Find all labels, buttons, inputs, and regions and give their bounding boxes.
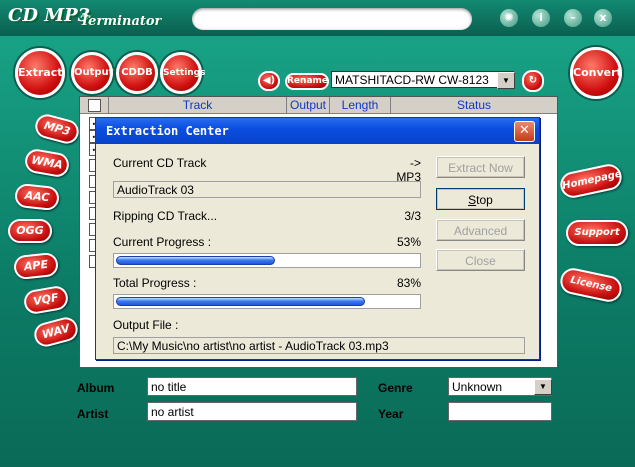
track-list-header: Track Output Length Status [80, 97, 557, 114]
format-wav-button[interactable]: WAV [31, 314, 81, 350]
skin-icon[interactable]: ✺ [500, 9, 518, 27]
dialog-title-bar[interactable]: Extraction Center ✕ [96, 118, 539, 144]
target-format: -> MP3 [396, 156, 421, 184]
advanced-button[interactable]: Advanced [436, 219, 525, 241]
format-mp3-button[interactable]: MP3 [32, 111, 82, 147]
total-progress-bar [113, 294, 421, 309]
title-bar: CD MP3 Terminator ✺ i – x [0, 0, 635, 36]
current-track-label: Current CD Track [113, 156, 207, 170]
support-button[interactable]: Support [566, 220, 628, 246]
dialog-body: Current CD Track -> MP3 AudioTrack 03 Ri… [103, 148, 529, 354]
current-progress-bar [113, 253, 421, 268]
total-progress-percent: 83% [396, 276, 421, 290]
year-label: Year [378, 407, 404, 421]
refresh-icon[interactable]: ↻ [522, 70, 544, 92]
format-ape-button[interactable]: APE [12, 251, 60, 281]
close-icon[interactable]: ✕ [514, 121, 535, 142]
extract-now-button[interactable]: Extract Now [436, 156, 525, 178]
select-all-checkbox[interactable] [88, 99, 101, 112]
close-button[interactable]: Close [436, 249, 525, 271]
chevron-down-icon[interactable]: ▼ [497, 72, 515, 89]
tab-settings[interactable]: Settings [160, 52, 205, 94]
track-name-field: AudioTrack 03 [113, 181, 421, 198]
format-aac-button[interactable]: AAC [13, 182, 61, 212]
format-wma-button[interactable]: WMA [23, 147, 71, 179]
tab-output[interactable]: Output [71, 52, 113, 94]
convert-button[interactable]: Convert [570, 47, 622, 99]
license-button[interactable]: License [557, 265, 625, 305]
genre-select-value: Unknown [452, 380, 503, 394]
volume-icon[interactable]: ◀) [258, 71, 280, 91]
chevron-down-icon[interactable]: ▼ [534, 379, 552, 395]
minimize-icon[interactable]: – [564, 9, 582, 27]
total-progress-label: Total Progress : [113, 276, 197, 290]
ripping-count: 3/3 [404, 209, 421, 223]
artist-label: Artist [77, 407, 109, 421]
year-field[interactable] [448, 402, 552, 421]
column-track[interactable]: Track [109, 97, 287, 113]
column-output[interactable]: Output [287, 97, 330, 113]
close-icon[interactable]: x [594, 9, 612, 27]
drive-select[interactable]: MATSHITACD-RW CW-8123 [331, 71, 514, 88]
format-ogg-button[interactable]: OGG [8, 219, 52, 243]
album-field[interactable]: no title [147, 377, 357, 396]
album-label: Album [77, 381, 115, 395]
rename-button[interactable]: Rename [285, 73, 329, 90]
drive-select-value: MATSHITACD-RW CW-8123 [335, 73, 489, 87]
current-progress-fill [116, 256, 275, 265]
genre-label: Genre [378, 381, 413, 395]
current-progress-label: Current Progress : [113, 235, 212, 249]
column-length[interactable]: Length [330, 97, 391, 113]
format-vqf-button[interactable]: VQF [22, 284, 70, 316]
homepage-button[interactable]: Homepage [557, 161, 625, 201]
dialog-title: Extraction Center [106, 124, 229, 138]
header-select-all[interactable] [80, 97, 109, 113]
column-status[interactable]: Status [391, 97, 557, 113]
output-file-label: Output File : [113, 318, 179, 332]
current-progress-percent: 53% [396, 235, 421, 249]
app-logo-main: CD MP3 [8, 5, 91, 26]
tab-cddb[interactable]: CDDB [116, 52, 158, 94]
about-icon[interactable]: i [532, 9, 550, 27]
title-display [192, 8, 472, 30]
output-file-field: C:\My Music\no artist\no artist - AudioT… [113, 337, 525, 354]
stop-button[interactable]: Stop [436, 188, 525, 210]
ripping-label: Ripping CD Track... [113, 209, 218, 223]
app-logo-sub: Terminator [80, 14, 162, 29]
extraction-center-dialog: Extraction Center ✕ Current CD Track -> … [95, 117, 540, 360]
tab-extract[interactable]: Extract [15, 48, 65, 98]
artist-field[interactable]: no artist [147, 402, 357, 421]
total-progress-fill [116, 297, 365, 306]
